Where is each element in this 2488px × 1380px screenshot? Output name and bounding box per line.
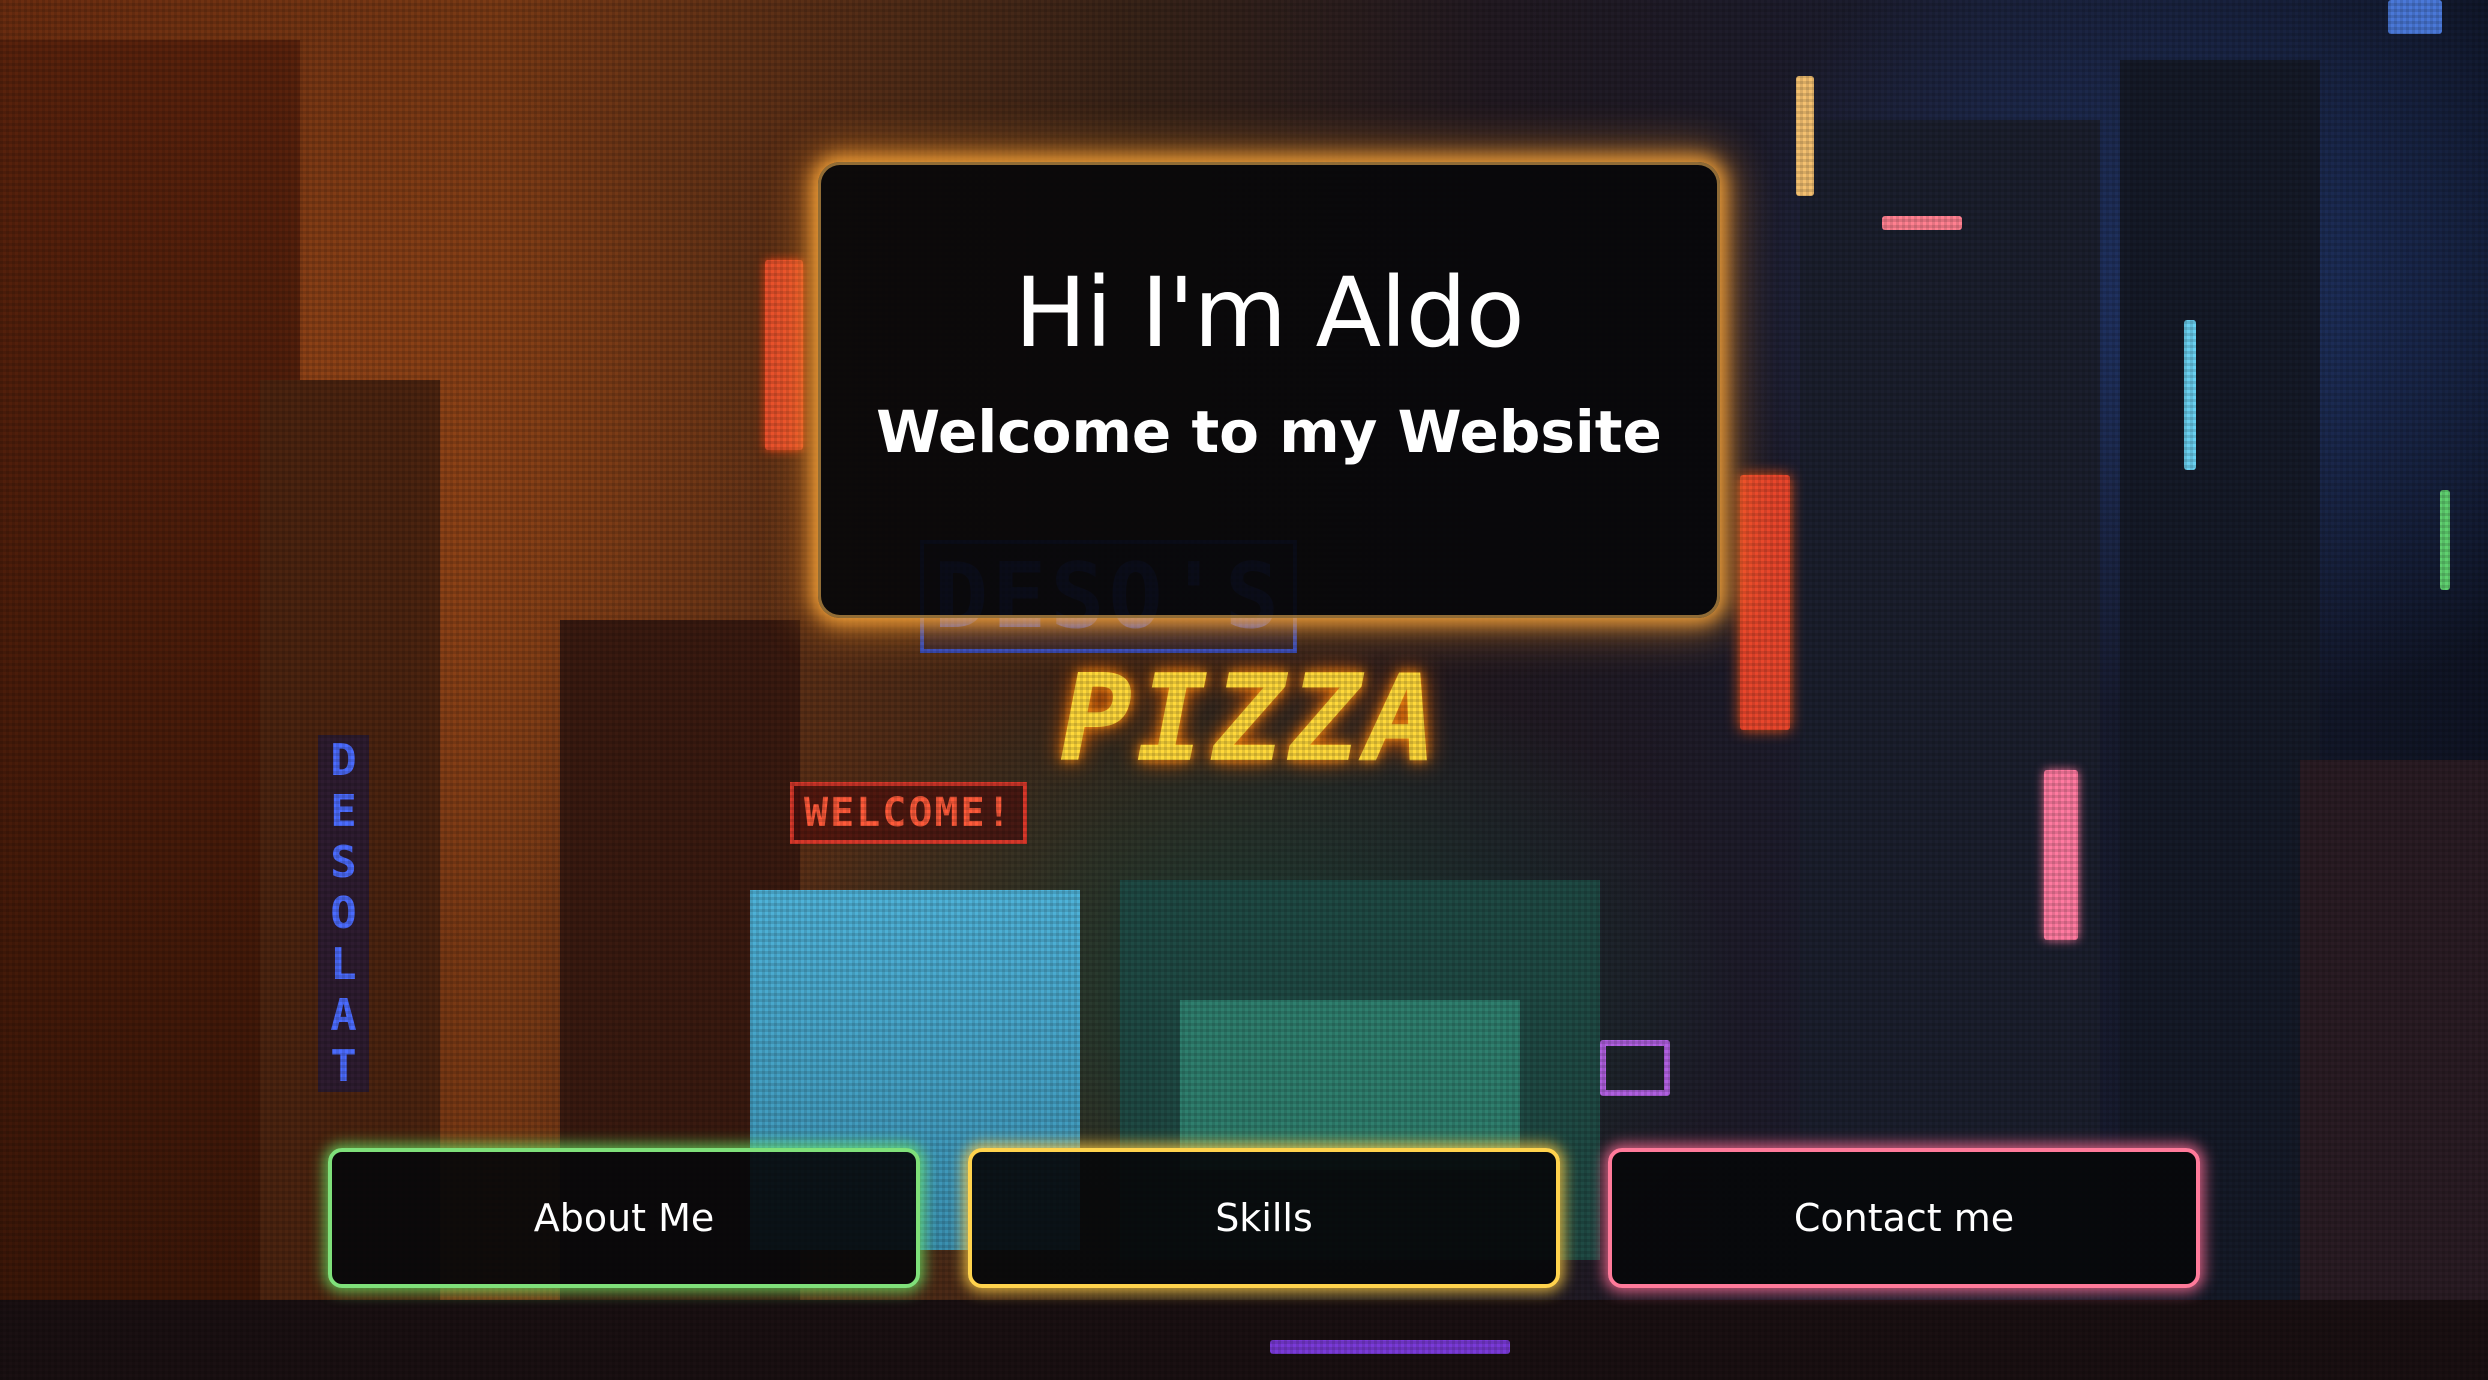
welcome-sign: WELCOME! bbox=[790, 782, 1027, 844]
about-me-button[interactable]: About Me bbox=[328, 1148, 920, 1288]
neon-sign-red-left bbox=[765, 260, 803, 450]
neon-strip-blue-top bbox=[2388, 0, 2442, 34]
neon-sign-purple bbox=[1600, 1040, 1670, 1096]
hero-title: Hi I'm Aldo bbox=[1014, 257, 1524, 369]
skills-button[interactable]: Skills bbox=[968, 1148, 1560, 1288]
neon-sign-pink bbox=[2044, 770, 2078, 940]
street bbox=[0, 1300, 2488, 1380]
hero-card: Hi I'm Aldo Welcome to my Website bbox=[818, 162, 1720, 618]
contact-me-button[interactable]: Contact me bbox=[1608, 1148, 2200, 1288]
neon-strip-pink-top bbox=[1882, 216, 1962, 230]
neon-strip-green bbox=[2440, 490, 2450, 590]
neon-sign-red-right bbox=[1740, 475, 1790, 730]
neon-strip-cyan bbox=[2184, 320, 2196, 470]
building-left bbox=[0, 40, 300, 1380]
building-right-3 bbox=[2300, 760, 2488, 1380]
desolate-sign: DESOLAT bbox=[318, 735, 369, 1092]
neon-strip-yellow bbox=[1796, 76, 1814, 196]
neon-strip-purple-bottom bbox=[1270, 1340, 1510, 1354]
storefront-window-2 bbox=[1180, 1000, 1520, 1170]
pizza-sign: PIZZA bbox=[1060, 650, 1442, 789]
hero-subtitle: Welcome to my Website bbox=[876, 398, 1662, 466]
